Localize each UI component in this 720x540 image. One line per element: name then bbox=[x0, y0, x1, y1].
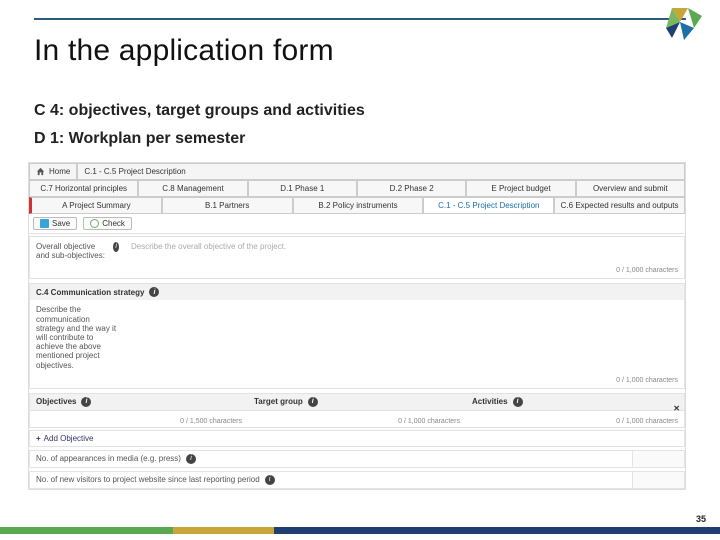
save-button-label: Save bbox=[52, 219, 70, 228]
toolbar: Save Check bbox=[29, 214, 685, 234]
stat-visitors-label: No. of new visitors to project website s… bbox=[36, 475, 260, 484]
stat-visitors-row: No. of new visitors to project website s… bbox=[29, 471, 685, 489]
tab-c7[interactable]: C.7 Horizontal principles bbox=[29, 180, 138, 197]
objectives-input[interactable]: 0 / 1,500 characters bbox=[30, 411, 248, 427]
check-button-label: Check bbox=[102, 219, 125, 228]
app-form-screenshot: Home C.1 - C.5 Project Description C.7 H… bbox=[28, 162, 686, 490]
target-group-charcount: 0 / 1,000 characters bbox=[398, 418, 460, 425]
objectives-charcount: 0 / 1,500 characters bbox=[180, 418, 242, 425]
col-objectives: Objectives i bbox=[30, 394, 248, 410]
breadcrumb-row: Home C.1 - C.5 Project Description bbox=[29, 163, 685, 180]
stat-media-label: No. of appearances in media (e.g. press) bbox=[36, 454, 181, 463]
objectives-table-header: Objectives i Target group i Activities i bbox=[29, 393, 685, 411]
tab-b2[interactable]: B.2 Policy instruments bbox=[293, 197, 424, 214]
breadcrumb-current: C.1 - C.5 Project Description bbox=[77, 163, 685, 180]
info-icon[interactable]: i bbox=[513, 397, 523, 407]
info-icon[interactable]: i bbox=[113, 242, 119, 252]
breadcrumb-home-label: Home bbox=[49, 167, 70, 176]
info-icon[interactable]: i bbox=[149, 287, 159, 297]
activities-input[interactable]: 0 / 1,000 characters ✕ bbox=[466, 411, 684, 427]
stat-media-label-cell: No. of appearances in media (e.g. press)… bbox=[30, 451, 632, 467]
overall-objective-charcount: 0 / 1,000 characters bbox=[30, 265, 684, 278]
stat-media-input[interactable] bbox=[632, 451, 684, 467]
objectives-table-row: 0 / 1,500 characters 0 / 1,000 character… bbox=[29, 411, 685, 428]
breadcrumb-home[interactable]: Home bbox=[29, 163, 77, 180]
tabs-row-2: A Project Summary B.1 Partners B.2 Polic… bbox=[29, 197, 685, 214]
stat-media-row: No. of appearances in media (e.g. press)… bbox=[29, 450, 685, 468]
section-overall-objective: Overall objective and sub-objectives: i … bbox=[29, 236, 685, 279]
stat-visitors-label-cell: No. of new visitors to project website s… bbox=[30, 472, 632, 488]
overall-objective-label: Overall objective and sub-objectives: bbox=[36, 242, 109, 260]
tabs-row-1: C.7 Horizontal principles C.8 Management… bbox=[29, 180, 685, 197]
c4-header-bar: C.4 Communication strategy i bbox=[30, 284, 684, 300]
col-activities-label: Activities bbox=[472, 397, 508, 406]
subtitle-c4: C 4: objectives, target groups and activ… bbox=[34, 102, 686, 120]
c4-charcount: 0 / 1,000 characters bbox=[30, 375, 684, 388]
subtitle-d1: D 1: Workplan per semester bbox=[34, 130, 686, 148]
col-target-group: Target group i bbox=[248, 394, 466, 410]
add-objective-label: Add Objective bbox=[44, 434, 94, 443]
tab-a[interactable]: A Project Summary bbox=[29, 197, 162, 214]
info-icon[interactable]: i bbox=[186, 454, 196, 464]
check-icon bbox=[90, 219, 99, 228]
home-icon bbox=[36, 167, 45, 176]
plus-icon: + bbox=[36, 434, 41, 443]
activities-charcount: 0 / 1,000 characters bbox=[616, 418, 678, 425]
section-c4: C.4 Communication strategy i Describe th… bbox=[29, 283, 685, 388]
tab-c1c5[interactable]: C.1 - C.5 Project Description bbox=[423, 197, 554, 214]
overall-objective-label-cell: Overall objective and sub-objectives: i bbox=[30, 237, 125, 265]
tab-b1[interactable]: B.1 Partners bbox=[162, 197, 293, 214]
breadcrumb-current-label: C.1 - C.5 Project Description bbox=[84, 167, 185, 176]
tab-c8[interactable]: C.8 Management bbox=[138, 180, 247, 197]
stat-visitors-input[interactable] bbox=[632, 472, 684, 488]
footer-divider bbox=[0, 527, 720, 534]
c4-input[interactable] bbox=[125, 300, 684, 374]
remove-row-button[interactable]: ✕ bbox=[673, 404, 680, 413]
info-icon[interactable]: i bbox=[265, 475, 275, 485]
overall-objective-placeholder: Describe the overall objective of the pr… bbox=[131, 242, 286, 251]
check-button[interactable]: Check bbox=[83, 217, 132, 230]
tab-d1[interactable]: D.1 Phase 1 bbox=[248, 180, 357, 197]
brand-logo-icon bbox=[658, 8, 702, 48]
overall-objective-input[interactable]: Describe the overall objective of the pr… bbox=[125, 237, 684, 265]
info-icon[interactable]: i bbox=[308, 397, 318, 407]
tab-c6[interactable]: C.6 Expected results and outputs bbox=[554, 197, 685, 214]
tab-d2[interactable]: D.2 Phase 2 bbox=[357, 180, 466, 197]
save-icon bbox=[40, 219, 49, 228]
tab-e[interactable]: E Project budget bbox=[466, 180, 575, 197]
col-target-group-label: Target group bbox=[254, 397, 303, 406]
c4-desc-label: Describe the communication strategy and … bbox=[30, 300, 125, 374]
info-icon[interactable]: i bbox=[81, 397, 91, 407]
col-activities: Activities i bbox=[466, 394, 684, 410]
c4-header-label: C.4 Communication strategy bbox=[36, 288, 144, 297]
save-button[interactable]: Save bbox=[33, 217, 77, 230]
target-group-input[interactable]: 0 / 1,000 characters bbox=[248, 411, 466, 427]
col-objectives-label: Objectives bbox=[36, 397, 76, 406]
slide-title: In the application form bbox=[34, 34, 686, 68]
page-number: 35 bbox=[696, 514, 706, 524]
add-objective-button[interactable]: + Add Objective bbox=[29, 430, 685, 447]
tab-overview[interactable]: Overview and submit bbox=[576, 180, 685, 197]
title-rule bbox=[34, 18, 686, 20]
